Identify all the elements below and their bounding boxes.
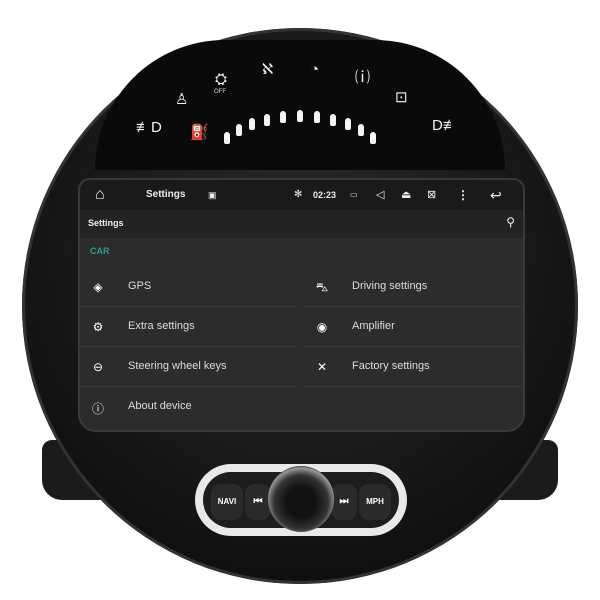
settings-item-amplifier[interactable]: ◉ Amplifier [304,307,522,347]
settings-item-about-device[interactable]: ⓘ About device [80,387,298,427]
gauge-tick [297,110,303,122]
gears-icon: ⚙ [92,320,104,334]
settings-item-label: Driving settings [352,280,428,292]
settings-item-extra-settings[interactable]: ⚙ Extra settings [80,307,298,347]
fog-light-front-icon: ≢D [136,119,162,136]
gauge-tick [313,110,320,123]
airbag-off-label: OFF [214,89,226,95]
home-icon[interactable]: ⌂ [95,180,105,210]
gauge-tick [329,113,336,126]
status-bar: ⌂ Settings ▣ ✻ 02:23 ▭ ◁ ⏏ ⊠ ⋮ ↩ [80,180,523,210]
gauge-tick [223,131,230,144]
settings-item-label: GPS [128,280,152,292]
mph-button[interactable]: MPH [359,484,391,520]
seatbelt-icon: ♙ [175,91,189,108]
gauge-tick [370,131,377,144]
settings-item-label: Factory settings [352,360,430,372]
image-icon: ▣ [208,190,217,200]
previous-button[interactable]: ⏮ [245,484,271,520]
search-icon[interactable]: ⚲ [506,215,515,229]
eject-icon[interactable]: ⏏ [401,180,411,210]
settings-item-factory-settings[interactable]: ✕ Factory settings [304,347,522,387]
page-title: Settings [88,218,124,228]
bluetooth-icon: ✻ [294,189,303,200]
settings-item-gps[interactable]: ◈ GPS [80,267,298,307]
settings-item-label: Amplifier [352,320,395,332]
clock: 02:23 [313,190,337,200]
volume-knob[interactable] [268,466,334,532]
fuel-icon: ⛽ [190,124,209,141]
settings-item-label: Extra settings [128,320,195,332]
app-title: Settings [146,189,186,200]
gauge-tick [280,110,287,123]
info-icon: ⓘ [91,402,104,416]
car-icon: ⛍ [315,280,329,294]
gauge-tick [358,124,365,137]
fog-light-rear-icon: D≢ [432,117,458,134]
gauge-tick [249,118,256,131]
warning-light-panel [95,40,505,170]
back-icon[interactable]: ↩ [490,180,502,210]
more-icon[interactable]: ⋮ [457,180,469,210]
android-screen: ⌂ Settings ▣ ✻ 02:23 ▭ ◁ ⏏ ⊠ ⋮ ↩ Setting… [78,178,525,432]
gauge-tick [264,113,271,126]
steering-wheel-icon: ⊖ [92,360,104,374]
gauge-tick [344,118,351,131]
title-bar: Settings ⚲ [80,210,523,238]
volume-icon[interactable]: ◁ [376,180,384,210]
settings-item-driving-settings[interactable]: ⛍ Driving settings [304,267,522,307]
next-button[interactable]: ⏭ [331,484,357,520]
speaker-icon: ◉ [316,320,328,334]
battery-icon: ▭ [350,190,358,199]
tpms-warning-icon: ⒤ [355,69,371,86]
tools-icon: ✕ [316,360,328,374]
navi-button[interactable]: NAVI [211,484,243,520]
gauge-tick [235,124,242,137]
engine-icon: ⊡ [395,89,408,106]
airbag-off-icon: ⛭ [215,71,228,88]
section-header-car: CAR [90,246,110,256]
airbag-icon: ℵ [262,61,274,78]
settings-item-steering-wheel-keys[interactable]: ⊖ Steering wheel keys [80,347,298,387]
tpms-icon: ◔ [310,61,320,78]
settings-item-label: Steering wheel keys [128,360,227,372]
settings-item-label: About device [128,400,192,412]
gps-icon: ◈ [93,280,103,294]
close-window-icon[interactable]: ⊠ [427,180,436,210]
